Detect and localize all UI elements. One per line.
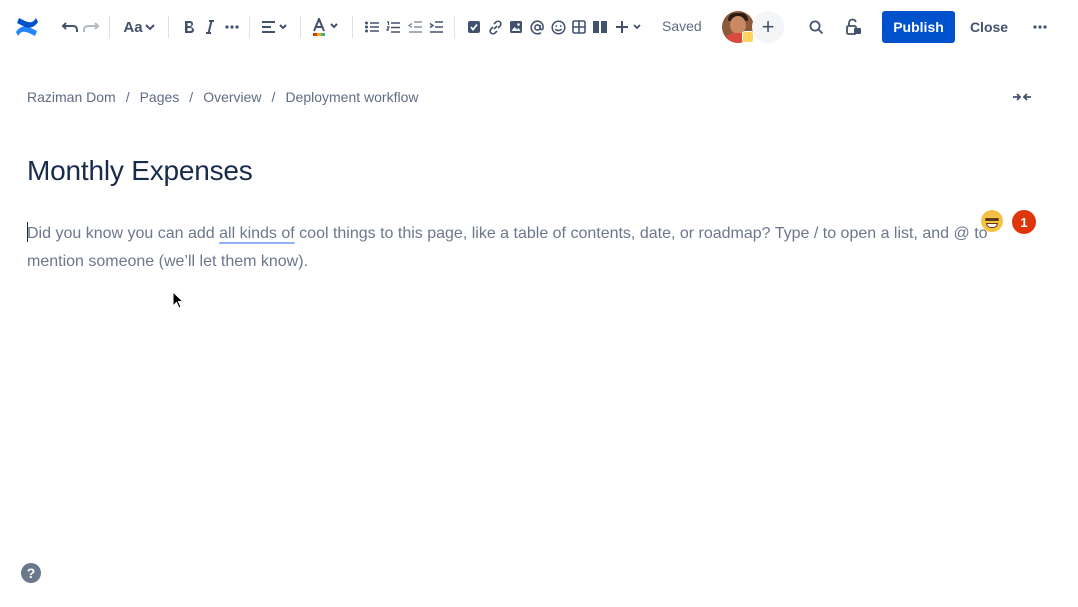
text-color-icon[interactable]	[310, 14, 342, 40]
publish-button[interactable]: Publish	[882, 11, 955, 43]
mention-icon[interactable]	[528, 14, 546, 40]
grinning-emoji-icon	[981, 210, 1003, 232]
editor-placeholder[interactable]: Did you know you can add all kinds of co…	[27, 220, 997, 276]
restrictions-icon[interactable]	[843, 14, 865, 40]
undo-icon[interactable]	[59, 14, 81, 40]
collapse-width-icon[interactable]	[1012, 88, 1032, 106]
breadcrumb-space[interactable]: Raziman Dom	[27, 89, 116, 105]
breadcrumb-pages[interactable]: Pages	[140, 89, 180, 105]
text-style-chevron-icon	[144, 24, 155, 31]
mouse-pointer-icon	[172, 290, 185, 309]
outdent-icon[interactable]	[406, 14, 424, 40]
numbered-list-icon[interactable]	[384, 14, 402, 40]
toolbar-divider	[168, 16, 169, 38]
emoji-icon[interactable]	[549, 14, 567, 40]
align-icon[interactable]	[259, 14, 291, 40]
more-formatting-icon[interactable]	[222, 14, 242, 40]
toolbar-divider	[249, 16, 250, 38]
text-style-label: Aa	[123, 18, 143, 36]
redo-icon[interactable]	[81, 14, 101, 40]
image-icon[interactable]	[507, 14, 525, 40]
help-icon[interactable]: ?	[21, 563, 41, 583]
bullet-list-icon[interactable]	[363, 14, 381, 40]
breadcrumb-separator: /	[189, 89, 194, 105]
add-collaborator-button[interactable]: +	[752, 11, 784, 43]
layout-icon[interactable]	[590, 14, 610, 40]
toolbar-divider	[352, 16, 353, 38]
toolbar-divider	[454, 16, 455, 38]
breadcrumb-separator: /	[125, 89, 130, 105]
breadcrumb-separator: /	[271, 89, 276, 105]
bold-icon[interactable]	[180, 14, 198, 40]
placeholder-text: Did you know you can add	[27, 225, 220, 242]
notification-badge[interactable]: 1	[1012, 210, 1036, 234]
breadcrumb: Raziman Dom / Pages / Overview / Deploym…	[27, 89, 419, 105]
page-title[interactable]: Monthly Expenses	[27, 155, 253, 187]
breadcrumb-current-page[interactable]: Deployment workflow	[285, 89, 418, 105]
save-status: Saved	[662, 18, 702, 34]
text-caret	[27, 222, 28, 242]
toolbar-divider	[300, 16, 301, 38]
italic-icon[interactable]	[202, 14, 218, 40]
action-item-icon[interactable]	[465, 14, 483, 40]
editor-toolbar: Aa Saved + Publish Close	[0, 0, 1078, 54]
confluence-logo-icon[interactable]	[14, 14, 40, 40]
breadcrumb-overview[interactable]: Overview	[203, 89, 261, 105]
close-button[interactable]: Close	[966, 11, 1012, 43]
insert-icon[interactable]	[613, 14, 645, 40]
link-icon[interactable]	[486, 14, 504, 40]
text-style-dropdown[interactable]: Aa	[121, 14, 157, 40]
toolbar-divider	[109, 16, 110, 38]
table-icon[interactable]	[570, 14, 588, 40]
indent-icon[interactable]	[427, 14, 445, 40]
search-icon[interactable]	[806, 14, 826, 40]
placeholder-highlight: all kinds of	[219, 225, 295, 242]
more-icon[interactable]	[1030, 14, 1050, 40]
plus-icon: +	[761, 14, 775, 39]
